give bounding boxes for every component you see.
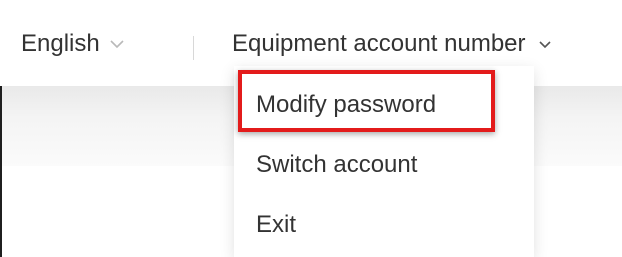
menu-item-exit[interactable]: Exit (256, 211, 296, 239)
language-selector[interactable]: English (21, 30, 126, 58)
header-divider (193, 36, 194, 60)
menu-item-switch-account[interactable]: Switch account (256, 151, 417, 179)
account-dropdown-menu: Modify password Switch account Exit (234, 66, 534, 257)
chevron-down-icon (110, 40, 124, 49)
account-label: Equipment account number (232, 30, 526, 57)
menu-item-modify-password[interactable]: Modify password (256, 91, 436, 119)
language-label: English (21, 30, 100, 57)
chevron-down-icon (538, 41, 551, 49)
account-menu-trigger[interactable]: Equipment account number (232, 30, 554, 58)
